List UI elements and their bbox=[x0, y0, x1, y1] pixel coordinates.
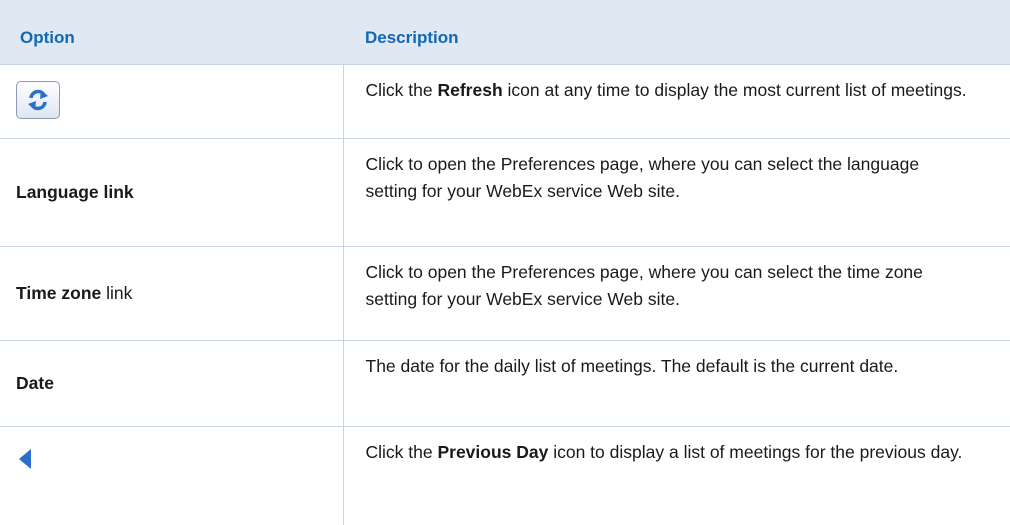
refresh-icon[interactable] bbox=[16, 81, 60, 119]
option-cell bbox=[0, 425, 344, 525]
header-description: Description bbox=[365, 28, 459, 48]
table-row: Date The date for the daily list of meet… bbox=[0, 339, 1010, 426]
description-cell: Click to open the Preferences page, wher… bbox=[343, 245, 1010, 340]
option-label: Time zone bbox=[16, 282, 102, 303]
desc-bold: Refresh bbox=[437, 79, 503, 100]
option-label-rest: link bbox=[101, 282, 133, 303]
desc-text: Click the bbox=[365, 79, 438, 100]
table-row: Click the Previous Day icon to display a… bbox=[0, 425, 1010, 525]
table-row: Language link Click to open the Preferen… bbox=[0, 137, 1010, 246]
option-cell bbox=[0, 63, 344, 138]
option-label: Language link bbox=[16, 181, 134, 202]
table-row: Click the Refresh icon at any time to di… bbox=[0, 63, 1010, 138]
description-cell: Click the Refresh icon at any time to di… bbox=[343, 63, 1010, 138]
description-cell: Click the Previous Day icon to display a… bbox=[343, 425, 1010, 525]
options-table: Option Description Click the Refresh ico… bbox=[0, 0, 1010, 525]
option-label: Date bbox=[16, 372, 54, 393]
table-header-row: Option Description bbox=[0, 0, 1010, 64]
desc-text: Click the bbox=[365, 441, 438, 462]
previous-day-arrow-icon[interactable] bbox=[18, 448, 32, 478]
table-row: Time zone link Click to open the Prefere… bbox=[0, 245, 1010, 340]
description-cell: The date for the daily list of meetings.… bbox=[343, 339, 1010, 426]
desc-text: icon at any time to display the most cur… bbox=[502, 79, 967, 100]
header-option: Option bbox=[20, 28, 75, 48]
desc-bold: Previous Day bbox=[437, 441, 549, 462]
description-cell: Click to open the Preferences page, wher… bbox=[343, 137, 1010, 246]
option-cell: Date bbox=[0, 339, 344, 426]
desc-text: icon to display a list of meetings for t… bbox=[548, 441, 963, 462]
option-cell: Time zone link bbox=[0, 245, 344, 340]
refresh-arrows-icon bbox=[28, 89, 48, 111]
option-cell: Language link bbox=[0, 137, 344, 246]
